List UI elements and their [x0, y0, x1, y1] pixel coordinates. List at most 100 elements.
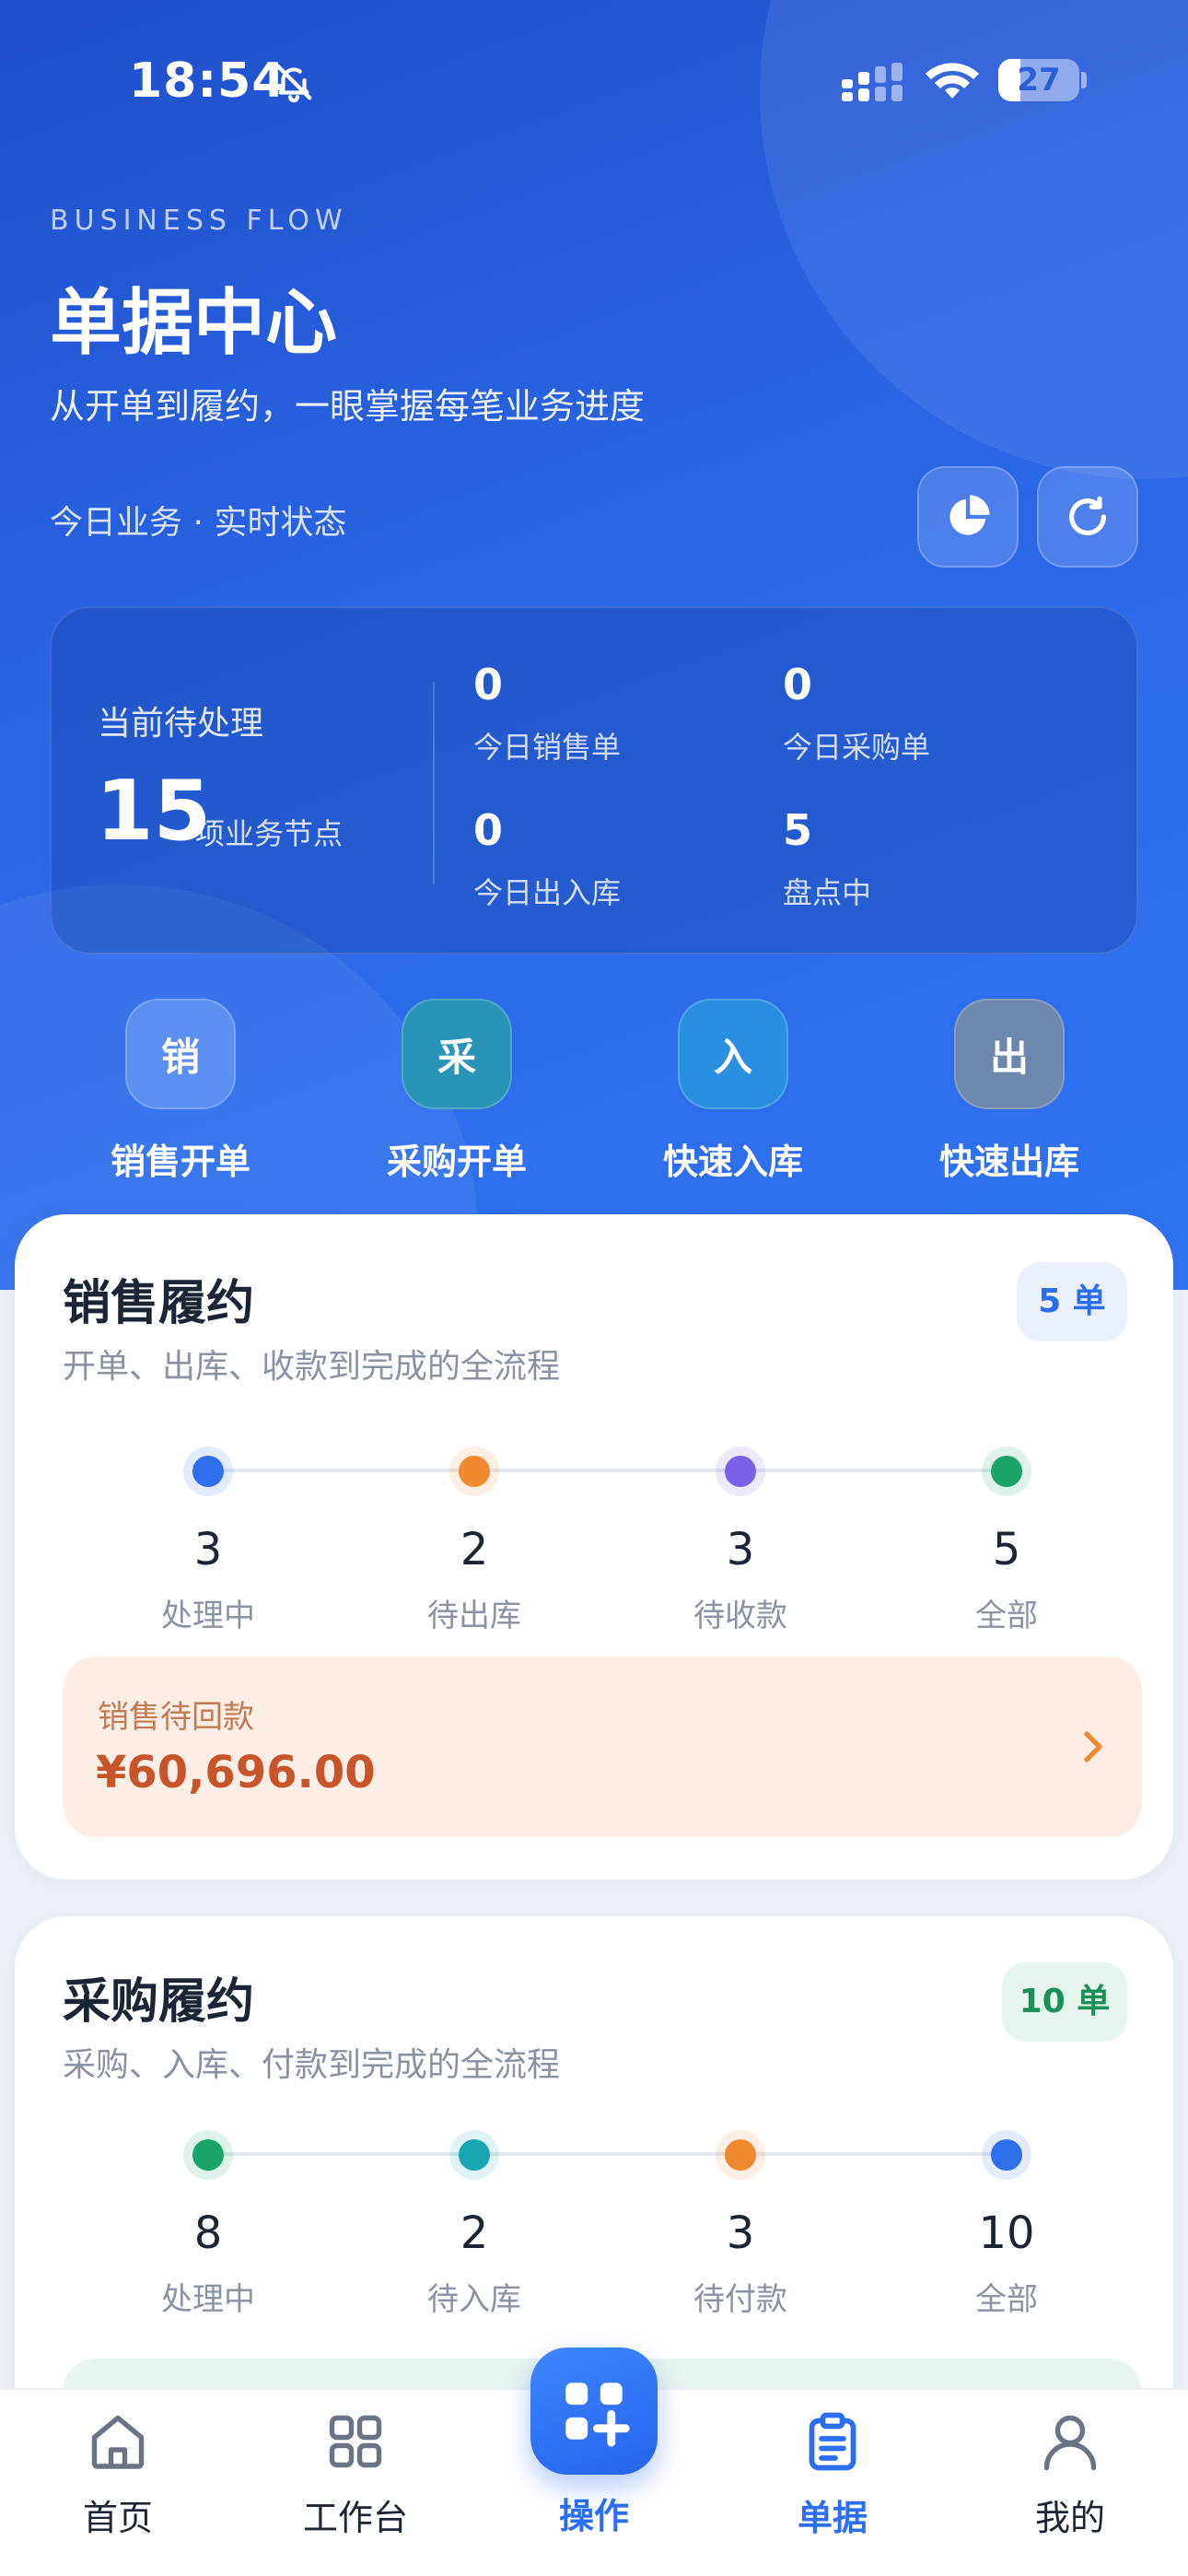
pending-label: 当前待处理	[98, 705, 264, 743]
tab-label: 操作	[558, 2496, 629, 2536]
quick-action-stock-in[interactable]: 入 快速入库	[632, 999, 834, 1184]
refresh-icon	[1069, 496, 1106, 536]
step-awaiting-payment[interactable]: 3 待收款	[639, 1432, 842, 1635]
quick-action-purchase-order[interactable]: 采 采购开单	[355, 999, 558, 1184]
stat-value: 5	[783, 805, 813, 855]
step-label: 全部	[975, 2281, 1038, 2318]
step-processing[interactable]: 3 处理中	[107, 1432, 309, 1635]
stat-label: 盘点中	[783, 875, 872, 910]
purchase-steps: 8 处理中 2 待入库 3 待付款 10 全部	[15, 2115, 1173, 2318]
quick-action-label: 销售开单	[110, 1142, 250, 1182]
page-subtitle: 从开单到履约，一眼掌握每笔业务进度	[50, 386, 646, 427]
sales-steps: 3 处理中 2 待出库 3 待收款 5 全部	[15, 1432, 1173, 1634]
quick-action-label: 快速出库	[938, 1142, 1079, 1182]
step-processing[interactable]: 8 处理中	[107, 2115, 309, 2319]
progress-line	[195, 2152, 996, 2156]
order-count-badge[interactable]: 10 单	[1002, 1962, 1127, 2042]
refresh-button[interactable]	[1037, 466, 1138, 568]
stat-value: 0	[783, 660, 813, 709]
receivable-banner[interactable]: 销售待回款 ¥60,696.00	[63, 1657, 1142, 1837]
card-subtitle: 采购、入库、付款到完成的全流程	[63, 2046, 561, 2084]
quick-action-label: 快速入库	[662, 1142, 803, 1182]
grid-icon	[329, 2415, 382, 2468]
page-title: 单据中心	[50, 282, 338, 365]
sales-fulfillment-card[interactable]: 销售履约 开单、出库、收款到完成的全流程 5 单 3 处理中 2 待出库 3 待…	[15, 1214, 1173, 1879]
step-count: 3	[193, 1524, 223, 1575]
status-dot	[991, 2139, 1022, 2171]
chart-button[interactable]	[917, 466, 1019, 568]
step-count: 3	[726, 1524, 755, 1575]
step-count: 10	[978, 2207, 1035, 2259]
status-time: 18:54	[129, 53, 286, 109]
quick-action-label: 采购开单	[386, 1142, 527, 1182]
quick-action-stock-out[interactable]: 出 快速出库	[908, 999, 1111, 1184]
battery-indicator: 27	[998, 59, 1079, 101]
quick-action-sales-order[interactable]: 销 销售开单	[79, 999, 282, 1184]
apps-plus-icon	[565, 2383, 630, 2447]
tab-documents[interactable]: 单据	[750, 2408, 915, 2540]
step-count: 2	[460, 2207, 489, 2259]
pie-chart-icon	[949, 495, 990, 535]
stat-label: 今日出入库	[473, 875, 622, 910]
tab-label: 首页	[82, 2498, 153, 2538]
tab-home[interactable]: 首页	[35, 2408, 201, 2540]
pending-unit: 项业务节点	[195, 816, 344, 851]
step-all[interactable]: 10 全部	[905, 2115, 1108, 2319]
status-dot	[192, 1456, 224, 1487]
home-icon	[91, 2415, 145, 2469]
user-icon	[1043, 2415, 1097, 2471]
step-awaiting-outbound[interactable]: 2 待出库	[373, 1432, 576, 1635]
status-dot	[991, 1456, 1022, 1487]
tab-workbench[interactable]: 工作台	[273, 2408, 438, 2540]
stat-label: 今日销售单	[473, 730, 622, 765]
step-count: 8	[193, 2207, 223, 2259]
summary-panel: 当前待处理 15 项业务节点 0 今日销售单 0 今日采购单 0 今日出入库 5…	[50, 606, 1138, 954]
receivable-amount: ¥60,696.00	[96, 1747, 376, 1798]
order-count-badge[interactable]: 5 单	[1017, 1262, 1127, 1341]
wifi-icon	[926, 63, 979, 99]
progress-line	[195, 1469, 996, 1472]
step-awaiting-payment[interactable]: 3 待付款	[639, 2115, 842, 2319]
receivable-label: 销售待回款	[98, 1699, 254, 1736]
bell-off-icon	[275, 64, 312, 103]
status-dot	[725, 2139, 756, 2171]
stat-today-sales[interactable]: 0 今日销售单	[473, 660, 621, 767]
tab-label: 工作台	[302, 2498, 408, 2538]
stat-inventory-check[interactable]: 5 盘点中	[783, 805, 871, 912]
tab-operations[interactable]	[530, 2348, 658, 2475]
summary-divider	[433, 682, 435, 884]
step-label: 处理中	[161, 1598, 255, 1634]
chevron-right-icon	[1084, 1731, 1102, 1762]
sales-order-icon: 销	[125, 999, 236, 1109]
step-label: 待入库	[427, 2281, 521, 2318]
step-label: 全部	[975, 1598, 1038, 1634]
signal-icon	[842, 63, 903, 101]
step-label: 处理中	[161, 2281, 255, 2318]
eyebrow-text: BUSINESS FLOW	[50, 205, 348, 237]
pending-count: 15	[96, 763, 212, 860]
step-label: 待收款	[693, 1598, 787, 1634]
step-label: 待出库	[427, 1598, 521, 1634]
clipboard-icon	[809, 2412, 856, 2471]
status-dot	[192, 2139, 224, 2171]
step-count: 2	[460, 1524, 489, 1575]
tab-profile[interactable]: 我的	[987, 2408, 1153, 2540]
step-count: 3	[726, 2207, 755, 2259]
stat-value: 0	[473, 805, 504, 855]
today-business-label: 今日业务 · 实时状态	[50, 504, 347, 542]
status-dot	[725, 1456, 756, 1487]
step-label: 待付款	[693, 2281, 787, 2318]
step-awaiting-inbound[interactable]: 2 待入库	[373, 2115, 576, 2319]
purchase-order-icon: 采	[402, 999, 512, 1109]
tab-label: 单据	[797, 2498, 868, 2538]
battery-tip	[1081, 72, 1087, 88]
stat-today-purchase[interactable]: 0 今日采购单	[783, 660, 930, 767]
step-count: 5	[992, 1524, 1021, 1575]
stat-value: 0	[473, 660, 504, 709]
hero-header: 18:54 27 BUSINESS FLOW 单据中心 从开单到履约，一眼掌握每…	[0, 0, 1188, 1290]
step-all[interactable]: 5 全部	[905, 1432, 1108, 1635]
stat-today-stock-io[interactable]: 0 今日出入库	[473, 805, 621, 912]
stock-in-icon: 入	[678, 999, 788, 1109]
card-title: 销售履约	[63, 1276, 255, 1331]
status-dot	[459, 1456, 490, 1487]
